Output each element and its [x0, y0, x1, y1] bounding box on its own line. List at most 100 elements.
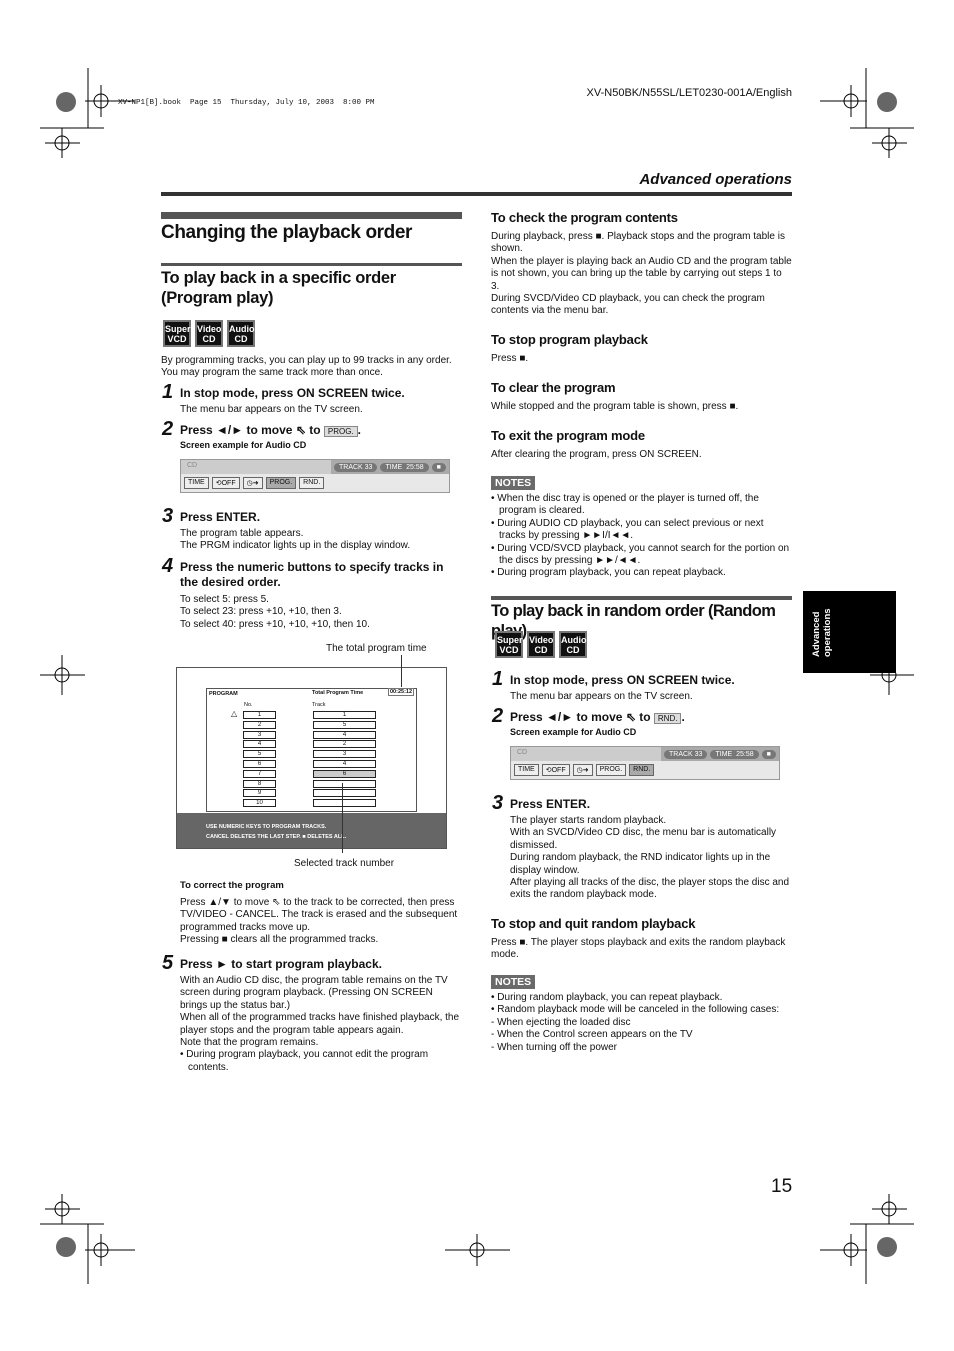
- text: Press the numeric buttons to specify tra…: [180, 560, 444, 589]
- text: 1: [162, 381, 174, 403]
- step-2: 2 Press ◄/► to move ⇖ to PROG.. Screen e…: [162, 418, 460, 450]
- text: ■: [431, 462, 446, 472]
- text: To exit the program mode: [491, 428, 645, 443]
- text: 1: [492, 668, 504, 690]
- text: To select 23: press +10, +10, then 3.: [180, 606, 342, 618]
- text: TIME: [514, 764, 539, 776]
- cursor-icon: ⇖: [295, 423, 306, 437]
- text: ■: [761, 749, 776, 759]
- text: During random playback, the RND indicato…: [510, 852, 771, 876]
- text: While stopped and the program table is s…: [491, 401, 739, 412]
- text: The program table appears.: [180, 528, 304, 539]
- crop-marks: [40, 68, 914, 1284]
- text: Press ■.: [491, 353, 529, 364]
- clear-program: To clear the program While stopped and t…: [491, 380, 792, 413]
- notes-1: NOTES • When the disc tray is opened or …: [491, 476, 790, 579]
- section-heading: To play back in a specific order (Progra…: [161, 269, 396, 307]
- text: During program playback, you cannot edit…: [186, 1049, 429, 1073]
- text: Press ▲/▼ to move ⇖ to the track to be c…: [180, 897, 458, 933]
- acd-icon: Audio CD: [227, 320, 255, 347]
- program-track-cell[interactable]: 3: [313, 750, 376, 759]
- model-number: XV-N50BK/N55SL/LET0230-001A/English: [586, 87, 792, 99]
- text: PROG.: [265, 477, 297, 489]
- section-title: Advanced operations: [639, 171, 792, 188]
- text: When all of the programmed tracks have f…: [180, 1012, 460, 1036]
- page-number: 15: [771, 1176, 793, 1197]
- caption: Screen example for Audio CD: [180, 440, 307, 450]
- random-step-1: 1 In stop mode, press ON SCREEN twice. T…: [492, 668, 792, 703]
- program-no-cell: 6: [243, 760, 276, 768]
- acd-icon: Audio CD: [559, 631, 587, 658]
- text: • During random playback, you can repeat…: [491, 992, 723, 1003]
- program-table: PROGRAM Total Program Time 00:25:12 No. …: [206, 688, 417, 812]
- text: During program playback, you can repeat …: [497, 567, 726, 579]
- text: To stop program playback: [491, 332, 648, 347]
- text: CANCEL DELETES THE LAST STEP. ■ DELETES …: [206, 834, 347, 840]
- text: No.: [244, 702, 253, 708]
- text: - When turning off the power: [491, 1041, 617, 1053]
- text: Note that the program remains.: [180, 1037, 319, 1049]
- program-track-cell[interactable]: 4: [313, 760, 376, 768]
- text: PROGRAM: [209, 691, 238, 697]
- program-track-cell[interactable]: 5: [313, 720, 376, 729]
- header-rule: [161, 192, 792, 196]
- text: TIME: [385, 463, 403, 471]
- correct-program: To correct the program Press ▲/▼ to move…: [180, 880, 460, 947]
- text: The PRGM indicator lights up in the disp…: [180, 540, 411, 552]
- program-no-cell: 8: [243, 779, 276, 788]
- page-title: Changing the playback order: [161, 222, 413, 243]
- text: Press ■. The player stops playback and e…: [491, 937, 786, 961]
- program-track-cell[interactable]: [313, 799, 376, 808]
- program-no-cell: 2: [243, 720, 276, 729]
- text: ◷➜: [242, 477, 263, 489]
- text: TIME: [184, 477, 209, 489]
- program-no-cell: 9: [243, 789, 276, 798]
- text: After clearing the program, press ON SCR…: [491, 449, 702, 460]
- text: - When the Control screen appears on the…: [491, 1029, 693, 1041]
- random-rule: [491, 596, 792, 600]
- side-tab-label: Advanced operations: [811, 608, 833, 657]
- text: 25:58: [406, 463, 424, 471]
- text: • Random playback mode will be canceled …: [491, 1004, 780, 1016]
- vcd-icon: Video CD: [195, 320, 223, 347]
- text: To select 40: press +10, +10, +10, then …: [180, 618, 370, 630]
- text: 2: [162, 418, 174, 440]
- text: During VCD/SVCD playback, you cannot sea…: [497, 542, 790, 567]
- program-track-cell[interactable]: 6: [313, 769, 376, 778]
- text: With an SVCD/Video CD disc, the menu bar…: [510, 827, 777, 851]
- step-1: 1 In stop mode, press ON SCREEN twice. T…: [162, 381, 460, 416]
- text: To clear the program: [491, 380, 616, 395]
- program-track-cell[interactable]: 1: [313, 711, 376, 719]
- text: ⟲OFF: [211, 477, 240, 489]
- notes-badge: NOTES: [491, 975, 536, 989]
- program-track-cell[interactable]: [313, 779, 376, 788]
- text: Press ENTER.: [180, 510, 261, 524]
- text: When the disc tray is opened or the play…: [497, 493, 759, 517]
- text: Track: [312, 702, 326, 708]
- program-track-cell[interactable]: 4: [313, 730, 376, 739]
- text: - When ejecting the loaded disc: [491, 1016, 631, 1028]
- menu-bar-example-prog: CD TRACK 33 TIME 25:58 ■ TIME ⟲OFF ◷➜ PROG. RND…: [180, 459, 450, 493]
- text: To correct the program: [180, 880, 284, 891]
- program-no-cell: 7: [243, 769, 276, 778]
- program-track-cell[interactable]: [313, 789, 376, 798]
- text: The player starts random playback.: [510, 815, 667, 826]
- program-track-cell[interactable]: 2: [313, 740, 376, 749]
- program-no-cell: 10: [243, 799, 276, 808]
- notes-2: NOTES • During random playback, you can …: [491, 972, 796, 1054]
- program-table-screen: PROGRAM Total Program Time 00:25:12 No. …: [176, 667, 447, 849]
- random-step-2: 2 Press ◄/► to move ⇖ to RND.. Screen ex…: [492, 705, 792, 737]
- text: When the player is playing back an Audio…: [491, 255, 792, 292]
- stop-program: To stop program playback Press ■.: [491, 332, 792, 365]
- text: TRACK 33: [334, 462, 378, 472]
- text: ◷➜: [572, 764, 593, 776]
- rnd-label: RND.: [653, 713, 682, 724]
- text: Press ◄/► to move: [180, 423, 293, 437]
- text: 3: [492, 792, 504, 814]
- text: During SVCD/Video CD playback, you can c…: [491, 293, 765, 317]
- text: 4: [162, 555, 174, 577]
- text: To select 5: press 5.: [180, 594, 269, 605]
- svcd-icon: Super VCD: [163, 320, 191, 347]
- svcd-icon: Super VCD: [495, 631, 523, 658]
- text: After playing all tracks of the disc, th…: [510, 877, 790, 901]
